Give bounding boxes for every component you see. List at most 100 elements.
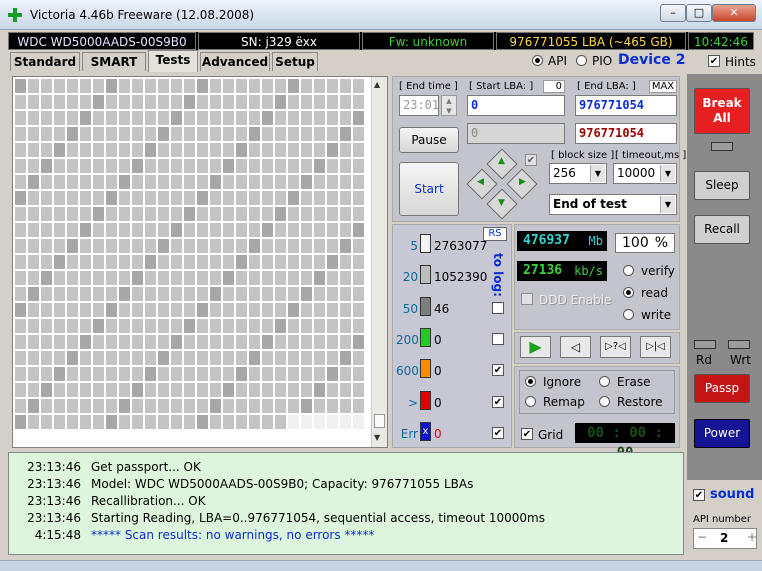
chevron-down-icon[interactable]: ▼: [590, 165, 605, 182]
tab-standard[interactable]: Standard: [10, 52, 80, 71]
verify-radio[interactable]: [623, 265, 634, 276]
grid-cell: [340, 239, 351, 253]
end-lba-secondary[interactable]: 976771054: [575, 123, 677, 144]
read-radio[interactable]: [623, 287, 634, 298]
grid-scrollbar[interactable]: ▲ ▼: [371, 77, 387, 447]
log-checkbox[interactable]: [492, 364, 504, 376]
log-checkbox[interactable]: [492, 333, 504, 345]
grid-cell: [223, 239, 234, 253]
restore-radio[interactable]: [599, 396, 610, 407]
grid-cell: [262, 287, 273, 301]
play-forward-button[interactable]: ▶: [520, 336, 551, 358]
window-title: Victoria 4.46b Freeware (12.08.2008): [30, 8, 255, 22]
log-checkbox[interactable]: [492, 427, 504, 439]
grid-cell: [106, 319, 117, 333]
grid-cell: [314, 223, 325, 237]
log-checkbox[interactable]: [492, 302, 504, 314]
log-checkbox[interactable]: [492, 396, 504, 408]
scroll-down-icon[interactable]: ▼: [374, 433, 380, 442]
grid-cell: [28, 271, 39, 285]
tab-tests[interactable]: Tests: [148, 50, 198, 72]
log-message: Recallibration... OK: [91, 494, 206, 508]
minus-icon[interactable]: −: [697, 530, 707, 544]
grid-cell: [236, 223, 247, 237]
grid-cell: [197, 271, 208, 285]
legend-count: 1052390: [434, 270, 488, 284]
timeout-select[interactable]: 10000 ▼: [613, 163, 677, 184]
legend-threshold: 20: [402, 270, 418, 284]
grid-cell: [249, 319, 260, 333]
plus-icon[interactable]: +: [747, 530, 757, 544]
max-button[interactable]: MAX: [649, 80, 677, 93]
grid-cell: [15, 415, 26, 429]
grid-cell: [301, 239, 312, 253]
grid-cell: [28, 159, 39, 173]
grid-cell: [340, 95, 351, 109]
ddd-enable-checkbox[interactable]: [521, 293, 533, 305]
end-lba-label: [ End LBA: ]: [577, 81, 636, 92]
grid-cell: [340, 207, 351, 221]
pio-label: PIO: [592, 54, 613, 68]
sound-checkbox[interactable]: [693, 489, 705, 501]
grid-cell: [171, 287, 182, 301]
passp-button[interactable]: Passp: [694, 374, 750, 403]
grid-cell: [210, 79, 221, 93]
api-radio[interactable]: [532, 55, 543, 66]
scroll-up-icon[interactable]: ▲: [374, 80, 380, 89]
grid-cell: [93, 383, 104, 397]
tab-smart[interactable]: SMART: [82, 52, 146, 71]
grid-cell: [210, 319, 221, 333]
tab-setup[interactable]: Setup: [272, 52, 318, 71]
start-lba-secondary: 0: [467, 123, 565, 144]
write-radio[interactable]: [623, 309, 634, 320]
pio-radio[interactable]: [576, 55, 587, 66]
tab-advanced[interactable]: Advanced: [200, 52, 270, 71]
end-lba-input[interactable]: 976771054: [575, 95, 677, 116]
direction-checkbox[interactable]: [525, 154, 537, 166]
grid-cell: [54, 351, 65, 365]
grid-cell: [236, 399, 247, 413]
ignore-radio[interactable]: [525, 376, 536, 387]
sleep-button[interactable]: Sleep: [694, 171, 750, 200]
play-backward-button[interactable]: ◁: [560, 336, 591, 358]
power-button[interactable]: Power: [694, 419, 750, 448]
api-number-stepper[interactable]: − 2 +: [693, 528, 757, 549]
grid-cell: [340, 223, 351, 237]
grid-cell: [132, 95, 143, 109]
grid-cell: [262, 143, 273, 157]
grid-cell: [275, 335, 286, 349]
grid-cell: [340, 383, 351, 397]
grid-cell: [327, 255, 338, 269]
grid-cell: [327, 351, 338, 365]
grid-cell: [249, 79, 260, 93]
grid-cell: [119, 367, 130, 381]
start-lba-input[interactable]: 0: [467, 95, 565, 116]
end-of-test-select[interactable]: End of test ▼: [549, 194, 677, 215]
grid-checkbox[interactable]: [521, 428, 533, 440]
pause-button[interactable]: Pause: [399, 127, 459, 153]
grid-cell: [119, 239, 130, 253]
recall-button[interactable]: Recall: [694, 215, 750, 244]
grid-cell: [249, 271, 260, 285]
maximize-button[interactable]: □: [686, 4, 712, 22]
scroll-thumb[interactable]: [374, 414, 385, 428]
block-size-select[interactable]: 256 ▼: [549, 163, 607, 184]
grid-cell: [262, 239, 273, 253]
remap-radio[interactable]: [525, 396, 536, 407]
butterfly-button[interactable]: ▷|◁: [640, 336, 671, 358]
chevron-down-icon[interactable]: ▼: [660, 165, 675, 182]
break-all-button[interactable]: Break All: [694, 88, 750, 134]
grid-cell: [340, 319, 351, 333]
erase-radio[interactable]: [599, 376, 610, 387]
grid-cell: [249, 255, 260, 269]
start-lba-offset[interactable]: 0: [543, 80, 565, 93]
end-time-input[interactable]: 23:01: [399, 95, 439, 116]
start-button[interactable]: Start: [399, 162, 459, 216]
minimize-button[interactable]: –: [660, 4, 686, 22]
end-time-spinner[interactable]: ▲ ▼: [441, 95, 457, 116]
grid-cell: [353, 351, 364, 365]
close-button[interactable]: ✕: [712, 4, 756, 22]
hints-checkbox[interactable]: [708, 55, 720, 67]
chevron-down-icon[interactable]: ▼: [660, 196, 675, 213]
random-seek-button[interactable]: ▷?◁: [600, 336, 631, 358]
